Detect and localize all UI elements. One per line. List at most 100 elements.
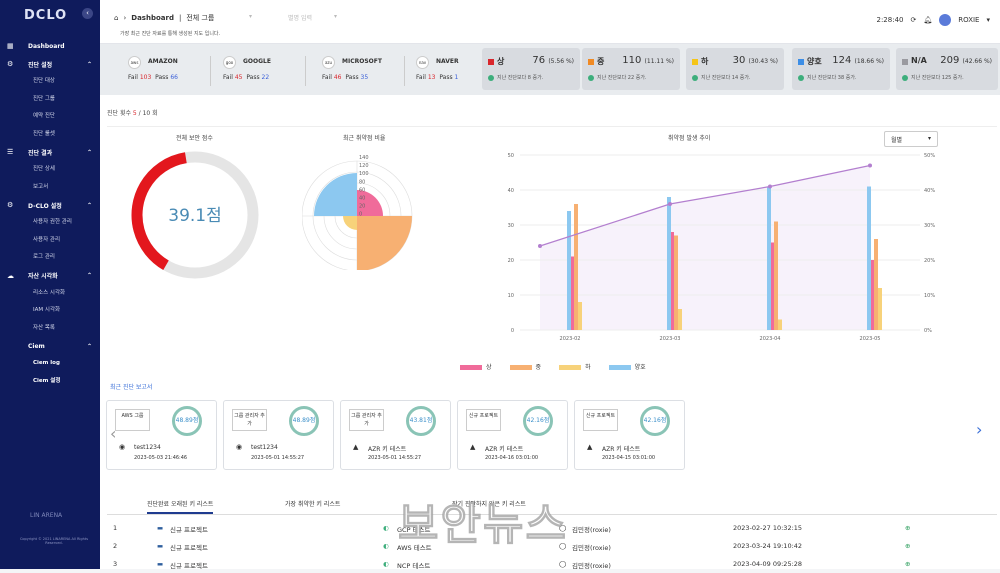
user-menu-chevron-icon[interactable]: ▾ bbox=[986, 16, 990, 24]
sidebar: DCLO ‹ ▦ Dashboard ⚙ 진단 설정 ⌃ 진단 대상 진단 그룹 예약 진단 진… bbox=[0, 0, 100, 569]
aws-icon: ◉ bbox=[119, 443, 126, 451]
report-key-name: test1234 bbox=[251, 444, 278, 451]
y2-tick: 40% bbox=[924, 188, 935, 194]
folder-icon: ▬ bbox=[157, 542, 164, 550]
nav-item[interactable]: IAM 시각화 bbox=[0, 302, 100, 320]
nav-group-5[interactable]: Ciem ⌃ bbox=[0, 337, 100, 355]
severity-swatch bbox=[488, 59, 494, 65]
trend-up-icon bbox=[488, 74, 494, 81]
report-card[interactable]: 그룹 관리자 추가 48.89점 ◉ test1234 2023-05-01 14:55… bbox=[223, 400, 334, 470]
nav-item[interactable]: Ciem log bbox=[0, 355, 100, 373]
zoom-icon[interactable]: ⊕ bbox=[905, 560, 910, 568]
aws-icon: aws bbox=[128, 56, 141, 69]
nav-item[interactable]: 진단 룰셋 bbox=[0, 126, 100, 144]
breadcrumb: ⌂ › Dashboard | 전체 그룹 bbox=[114, 13, 215, 23]
summary-bar: aws AMAZON Fail 103 Pass 66 goo GOOGLE Fail 4… bbox=[100, 44, 1000, 95]
legend-item[interactable]: 상 bbox=[460, 362, 492, 371]
report-date: 2023-05-01 14:55:27 bbox=[368, 455, 422, 461]
chevron-up-icon[interactable]: ⌃ bbox=[87, 272, 92, 279]
fail-pass: Fail 45 Pass 22 bbox=[223, 74, 270, 81]
severity-card[interactable]: 하 30 (30.43 %) 지난 진단보다 14 증가. bbox=[686, 48, 784, 90]
cell-user: 김민정(roxie) bbox=[572, 544, 611, 552]
refresh-icon[interactable]: ⟳ bbox=[911, 16, 917, 24]
group-dropdown-chevron-icon[interactable]: ▾ bbox=[249, 13, 252, 20]
severity-card[interactable]: 양호 124 (18.66 %) 지난 진단보다 38 증가. bbox=[792, 48, 890, 90]
nickname-input[interactable]: 별명 입력 bbox=[288, 13, 312, 22]
severity-card[interactable]: N/A 209 (42.66 %) 지난 진단보다 125 증가. bbox=[896, 48, 998, 90]
nav-item[interactable]: 로그 관리 bbox=[0, 249, 100, 267]
divider bbox=[107, 126, 997, 127]
legend-item[interactable]: 하 bbox=[559, 362, 591, 371]
nav-group-3[interactable]: ⚙ D-CLO 설정 ⌃ bbox=[0, 196, 100, 214]
zoom-icon[interactable]: ⊕ bbox=[905, 542, 910, 550]
cloud-card-aws[interactable]: aws AMAZON Fail 103 Pass 66 bbox=[128, 52, 213, 90]
nav-group-label: D-CLO 설정 bbox=[28, 202, 62, 210]
fail-pass: Fail 13 Pass 1 bbox=[416, 74, 459, 81]
period-select[interactable]: 월별 ▾ bbox=[884, 131, 938, 147]
home-icon[interactable]: ⌂ bbox=[114, 14, 118, 22]
group-select[interactable]: 전체 그룹 bbox=[186, 13, 214, 23]
nav-group-0[interactable]: ▦ Dashboard bbox=[0, 37, 100, 55]
y-tick: 40 bbox=[508, 188, 514, 194]
chevron-up-icon[interactable]: ⌃ bbox=[87, 149, 92, 156]
severity-value: 30 (30.43 %) bbox=[732, 55, 778, 66]
nickname-dropdown-chevron-icon[interactable]: ▾ bbox=[334, 13, 337, 20]
report-card[interactable]: 신규 프로젝트 42.16점 ▲ AZR 키 테스트 2023-04-15 03:01:… bbox=[574, 400, 685, 470]
zoom-icon[interactable]: ⊕ bbox=[905, 524, 910, 532]
y2-tick: 20% bbox=[924, 258, 935, 264]
chevron-up-icon[interactable]: ⌃ bbox=[87, 61, 92, 68]
nav-item[interactable]: 진단 대상 bbox=[0, 73, 100, 91]
bell-icon[interactable]: 🔔︎ bbox=[923, 16, 932, 24]
azure-icon: azu bbox=[322, 56, 335, 69]
nav-item[interactable]: 사용자 권한 관리 bbox=[0, 214, 100, 232]
breadcrumb-current[interactable]: Dashboard bbox=[131, 14, 174, 22]
nav-group-2[interactable]: ☰ 진단 결과 ⌃ bbox=[0, 143, 100, 161]
carousel-prev-icon[interactable]: ‹ bbox=[110, 424, 116, 443]
fail-count: 13 bbox=[427, 74, 436, 81]
table-row[interactable]: 3 신규 프로젝트 NCP 테스트 김민정(roxie) 2023-04-09 09:2… bbox=[107, 556, 997, 573]
trend-chart: 50 50% 40 40% 30 30% 20 20% 10 10% 0 0% 2023-02 2023-… bbox=[508, 153, 936, 342]
bar-양호-2023-04 bbox=[767, 186, 771, 330]
nav-group-1[interactable]: ⚙ 진단 설정 ⌃ bbox=[0, 55, 100, 73]
avatar[interactable] bbox=[939, 14, 952, 26]
severity-card[interactable]: 상 76 (5.56 %) 지난 진단보다 8 증가. bbox=[482, 48, 580, 90]
report-score-ring: 42.16점 bbox=[640, 406, 670, 436]
trend-up-icon bbox=[692, 74, 698, 81]
carousel-next-icon[interactable]: › bbox=[976, 420, 982, 439]
collapse-sidebar-button[interactable]: ‹ bbox=[82, 8, 93, 19]
nav-item[interactable]: 사용자 관리 bbox=[0, 232, 100, 250]
nav-menu: ▦ Dashboard ⚙ 진단 설정 ⌃ 진단 대상 진단 그룹 예약 진단 진단 룰셋 ☰ 진단… bbox=[0, 37, 100, 390]
report-card[interactable]: 그룹 관리자 추가 43.81점 ▲ AZR 키 테스트 2023-05-01 14:5… bbox=[340, 400, 451, 470]
severity-swatch bbox=[692, 59, 698, 65]
report-date: 2023-04-16 03:01:00 bbox=[485, 455, 539, 461]
tab-0[interactable]: 진단완료 오래된 키 리스트 bbox=[147, 499, 214, 514]
gear-icon: ⚙ bbox=[7, 60, 14, 68]
trend-up-icon bbox=[798, 74, 804, 81]
cloud-card-google-cloud[interactable]: goo GOOGLE Fail 45 Pass 22 bbox=[223, 52, 308, 90]
nav-item[interactable]: 진단 그룹 bbox=[0, 91, 100, 109]
tab-1[interactable]: 가장 취약한 키 리스트 bbox=[285, 499, 340, 508]
legend-item[interactable]: 양호 bbox=[608, 362, 646, 371]
legend-item[interactable]: 중 bbox=[509, 362, 541, 371]
chevron-up-icon[interactable]: ⌃ bbox=[87, 343, 92, 350]
cell-n: 2 bbox=[113, 542, 118, 550]
nav-item[interactable]: 리소스 시각화 bbox=[0, 285, 100, 303]
report-tag: 신규 프로젝트 bbox=[466, 409, 501, 431]
nav-item[interactable]: 보고서 bbox=[0, 179, 100, 197]
chevron-up-icon[interactable]: ⌃ bbox=[87, 202, 92, 209]
severity-card[interactable]: 중 110 (11.11 %) 지난 진단보다 22 증가. bbox=[582, 48, 680, 90]
report-card[interactable]: AWS 그룹 48.89점 ◉ test1234 2023-05-03 21:46:46 bbox=[106, 400, 217, 470]
nav-item[interactable]: 예약 진단 bbox=[0, 108, 100, 126]
cloud-card-azure[interactable]: azu MICROSOFT Fail 46 Pass 35 bbox=[322, 52, 407, 90]
report-card[interactable]: 신규 프로젝트 42.16점 ▲ AZR 키 테스트 2023-04-16 03:01:… bbox=[457, 400, 568, 470]
y2-tick: 30% bbox=[924, 223, 935, 229]
nav-item[interactable]: 진단 상세 bbox=[0, 161, 100, 179]
severity-change: 지난 진단보다 125 증가. bbox=[902, 74, 964, 81]
report-tag: 그룹 관리자 추가 bbox=[232, 409, 267, 431]
trend-point bbox=[868, 163, 872, 168]
nav-item[interactable]: 자산 목록 bbox=[0, 320, 100, 338]
user-name[interactable]: ROXIE bbox=[958, 16, 979, 24]
nav-group-4[interactable]: ☁ 자산 시각화 ⌃ bbox=[0, 267, 100, 285]
y2-tick: 50% bbox=[924, 153, 935, 159]
nav-item[interactable]: Ciem 설정 bbox=[0, 373, 100, 391]
